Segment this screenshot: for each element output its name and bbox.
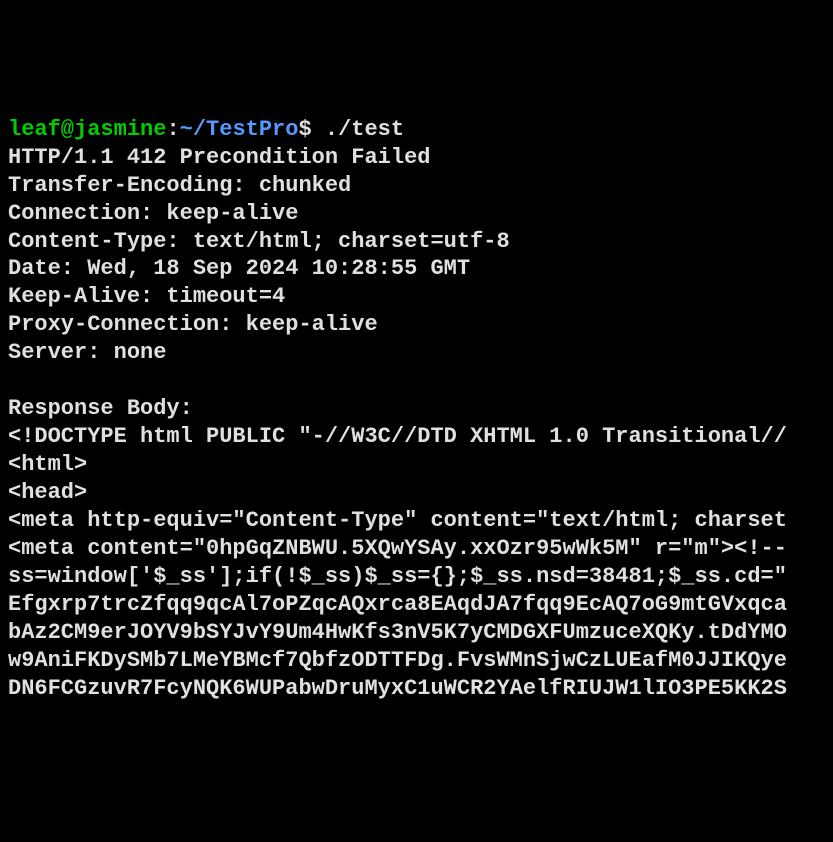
- output-line: w9AniFKDySMb7LMeYBMcf7QbfzODTTFDg.FvsWMn…: [8, 648, 787, 673]
- output-line: <meta content="0hpGqZNBWU.5XQwYSAy.xxOzr…: [8, 536, 787, 561]
- output-line: <head>: [8, 480, 87, 505]
- output-line: <html>: [8, 452, 87, 477]
- prompt-dollar: $: [298, 117, 324, 142]
- output-line: <!DOCTYPE html PUBLIC "-//W3C//DTD XHTML…: [8, 424, 787, 449]
- output-line: Content-Type: text/html; charset=utf-8: [8, 229, 510, 254]
- prompt-colon: :: [166, 117, 179, 142]
- output-line: Efgxrp7trcZfqq9qcAl7oPZqcAQxrca8EAqdJA7f…: [8, 592, 787, 617]
- prompt-line: leaf@jasmine:~/TestPro$ ./test: [8, 116, 825, 144]
- output-line: Transfer-Encoding: chunked: [8, 173, 351, 198]
- output-line: Date: Wed, 18 Sep 2024 10:28:55 GMT: [8, 256, 470, 281]
- output-line: Keep-Alive: timeout=4: [8, 284, 285, 309]
- output-line: <meta http-equiv="Content-Type" content=…: [8, 508, 787, 533]
- output-line: Response Body:: [8, 396, 193, 421]
- output-line: bAz2CM9erJOYV9bSYJvY9Um4HwKfs3nV5K7yCMDG…: [8, 620, 787, 645]
- cwd-path: ~/TestPro: [180, 117, 299, 142]
- output-line: Proxy-Connection: keep-alive: [8, 312, 378, 337]
- output-line: DN6FCGzuvR7FcyNQK6WUPabwDruMyxC1uWCR2YAe…: [8, 676, 787, 701]
- output-line: Connection: keep-alive: [8, 201, 298, 226]
- output-line: ss=window['$_ss'];if(!$_ss)$_ss={};$_ss.…: [8, 564, 787, 589]
- command-text: ./test: [325, 117, 404, 142]
- user-host: leaf@jasmine: [8, 117, 166, 142]
- terminal-output[interactable]: leaf@jasmine:~/TestPro$ ./testHTTP/1.1 4…: [8, 116, 825, 703]
- output-line: HTTP/1.1 412 Precondition Failed: [8, 145, 430, 170]
- output-line: Server: none: [8, 340, 166, 365]
